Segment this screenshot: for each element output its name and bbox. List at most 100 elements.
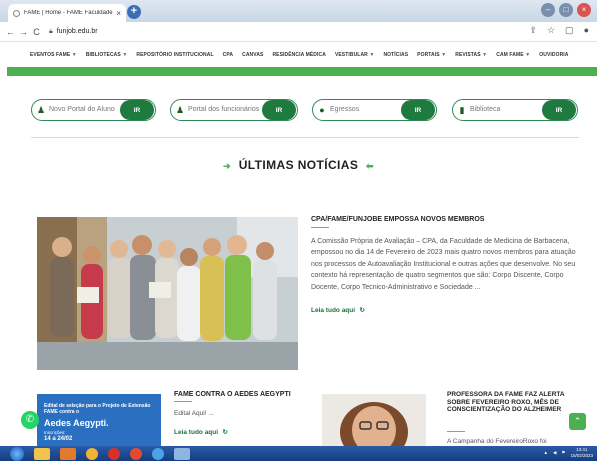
green-banner-bar	[7, 67, 597, 76]
quick-link-aluno[interactable]: ♟ Novo Portal do Aluno IR	[31, 99, 156, 121]
media-player-icon[interactable]	[60, 447, 76, 460]
read-more-text: Leia tudo aqui	[174, 429, 219, 436]
quick-link-label: Egressos	[330, 106, 360, 113]
lock-icon: 🔒︎	[49, 27, 53, 35]
minimize-button[interactable]: –	[541, 3, 555, 17]
caret-down-icon: ▼	[367, 52, 375, 58]
window-controls: – □ ×	[541, 3, 591, 17]
nav-item[interactable]: CPA	[223, 52, 234, 58]
firefox-icon[interactable]	[130, 447, 142, 460]
featured-news-body: A Comissão Própria de Avaliação – CPA, d…	[311, 238, 576, 291]
start-button[interactable]	[10, 446, 24, 461]
back-to-top-button[interactable]: ⌃	[569, 413, 586, 430]
caret-down-icon: ▼	[480, 52, 488, 58]
nav-item-label: CAM FAME	[496, 52, 524, 58]
nav-item-label: EVENTOS FAME	[30, 52, 71, 58]
arrow-left-icon: ⬅	[365, 161, 374, 171]
news2-body: Edital Aqui! ...	[174, 410, 214, 417]
clock[interactable]: 13:41 15/02/2023	[570, 447, 593, 458]
title-underline	[447, 431, 465, 432]
user-icon: ♟	[36, 104, 46, 115]
title-underline	[174, 401, 192, 402]
browser-tabbar: FAME | Home - FAME Faculdade × + – □ ×	[0, 0, 597, 22]
whatsapp-icon[interactable]: ✆	[21, 411, 39, 429]
ir-button[interactable]: IR	[542, 100, 576, 120]
volume-icon[interactable]: ◀	[553, 450, 556, 456]
news3-photo[interactable]	[322, 394, 426, 446]
chrome-icon[interactable]	[86, 447, 98, 460]
star-icon[interactable]: ☆	[547, 25, 555, 36]
aedes-banner-image[interactable]: Edital de seleção para o Projeto de Exte…	[37, 394, 161, 446]
share-icon[interactable]: ⇪	[529, 25, 537, 36]
nav-item-label: OUVIDORIA	[539, 52, 569, 58]
refresh-arrow-icon: ↻	[359, 307, 365, 314]
quick-link-biblioteca[interactable]: ▮ Biblioteca IR	[452, 99, 578, 121]
news3-body: A Campanha do FevereiroRoxo foi	[447, 438, 547, 445]
sidebar-icon[interactable]: ▢	[565, 25, 574, 36]
users-icon: ♟	[175, 104, 185, 115]
section-title: ➜ ÚLTIMAS NOTÍCIAS ⬅	[0, 158, 597, 172]
banner-line2: Aedes Aegypti.	[44, 418, 109, 428]
url-field[interactable]: funjob.edu.br	[57, 28, 98, 35]
featured-news-title[interactable]: CPA/FAME/FUNJOBE EMPOSSA NOVOS MEMBROS	[311, 216, 576, 223]
nav-item[interactable]: REVISTAS ▼	[455, 52, 487, 58]
ir-button[interactable]: IR	[401, 100, 435, 120]
forward-icon[interactable]: →	[17, 27, 30, 37]
nav-item[interactable]: RESIDÊNCIA MÉDICA	[272, 52, 325, 58]
nav-item-label: CANVAS	[242, 52, 264, 58]
nav-item-label: BIBLIOTECAS	[85, 52, 121, 58]
nav-item[interactable]: PORTAIS ▼	[417, 52, 446, 58]
banner-line3: Inscrições:	[44, 430, 66, 435]
favicon-icon	[13, 9, 20, 17]
nav-item[interactable]: CAM FAME ▼	[496, 52, 530, 58]
network-icon[interactable]: ▲	[543, 450, 547, 455]
group-photo	[37, 217, 298, 370]
nav-item[interactable]: VESTIBULAR ▼	[335, 52, 375, 58]
news3-title[interactable]: PROFESSORA DA FAME FAZ ALERTA SOBRE FEVE…	[447, 391, 567, 414]
close-window-button[interactable]: ×	[577, 3, 591, 17]
address-bar: ← → C 🔒︎ funjob.edu.br ⇪ ☆ ▢ ●	[0, 22, 597, 42]
refresh-arrow-icon: ↻	[222, 429, 228, 436]
ir-button[interactable]: IR	[262, 100, 296, 120]
quick-link-label: Portal dos funcionários	[188, 106, 260, 113]
read-more-text: Leia tudo aqui	[311, 307, 356, 314]
profile-icon[interactable]: ●	[584, 25, 589, 36]
nav-item[interactable]: CANVAS	[242, 52, 263, 58]
nav-item-label: RESIDÊNCIA MÉDICA	[272, 52, 326, 58]
news2-read-more-link[interactable]: Leia tudo aqui ↻	[174, 421, 228, 439]
nav-item-label: REVISTAS	[455, 52, 481, 58]
quick-link-egressos[interactable]: ● Egressos IR	[312, 99, 437, 121]
new-tab-button[interactable]: +	[127, 5, 141, 19]
browser-tab[interactable]: FAME | Home - FAME Faculdade ×	[8, 4, 126, 22]
ir-button[interactable]: IR	[120, 100, 154, 120]
title-underline	[311, 227, 329, 228]
flag-icon[interactable]: ⚑	[561, 450, 565, 456]
portrait-image	[322, 394, 426, 446]
divider	[31, 137, 579, 138]
featured-news-photo[interactable]	[37, 217, 298, 370]
edge-icon[interactable]	[152, 447, 164, 460]
opera-icon[interactable]	[108, 447, 120, 460]
chat-icon: ●	[319, 105, 325, 115]
nav-item[interactable]: BIBLIOTECAS ▼	[86, 52, 128, 58]
nav-item[interactable]: REPOSITÓRIO INSTITUCIONAL	[136, 52, 213, 58]
nav-item-label: VESTIBULAR	[334, 52, 368, 58]
file-explorer-icon[interactable]	[34, 447, 50, 460]
banner-line1: Edital de seleção para o Projeto de Exte…	[44, 403, 151, 415]
nav-item[interactable]: OUVIDORIA	[539, 52, 568, 58]
clock-date: 15/02/2023	[570, 452, 593, 458]
nav-item[interactable]: EVENTOS FAME ▼	[30, 52, 77, 58]
app-window-icon[interactable]	[174, 447, 190, 460]
featured-read-more-link[interactable]: Leia tudo aqui ↻	[311, 299, 365, 317]
banner-line4: 14 a 24/02	[44, 436, 73, 442]
section-title-text: ÚLTIMAS NOTÍCIAS	[238, 158, 359, 172]
close-tab-icon[interactable]: ×	[116, 9, 121, 18]
maximize-button[interactable]: □	[559, 3, 573, 17]
news2-title[interactable]: FAME CONTRA O AEDES AEGYPTI	[174, 391, 291, 398]
reload-icon[interactable]: C	[30, 27, 43, 37]
quick-link-funcionarios[interactable]: ♟ Portal dos funcionários IR	[170, 99, 298, 121]
nav-item-label: CPA	[222, 52, 234, 58]
quick-link-label: Biblioteca	[470, 106, 501, 113]
nav-item[interactable]: NOTÍCIAS	[383, 52, 408, 58]
back-icon[interactable]: ←	[4, 27, 17, 37]
